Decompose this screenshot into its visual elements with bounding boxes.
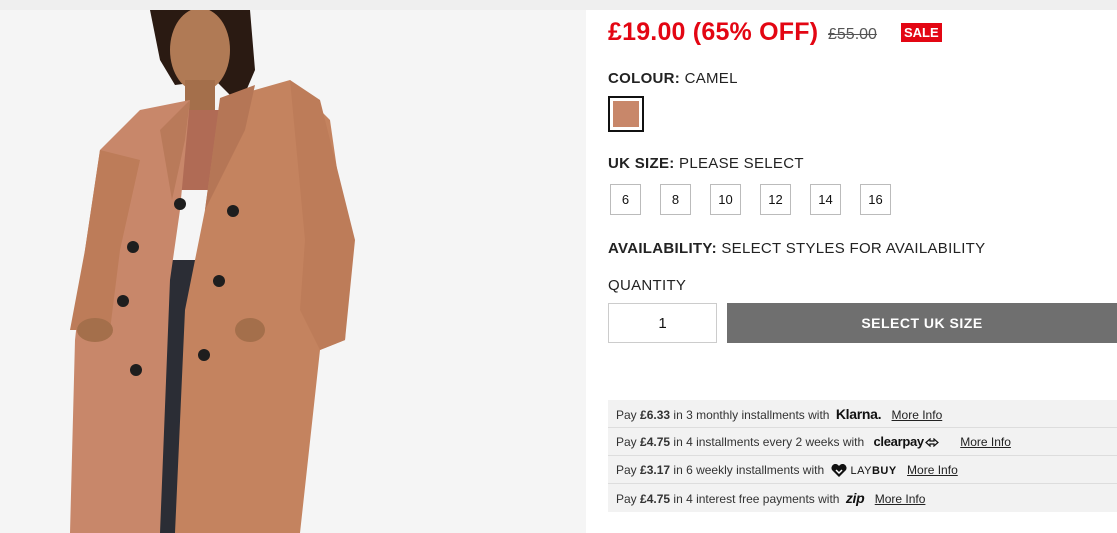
product-details: £19.00 (65% OFF) £55.00 SALE COLOUR: CAM… xyxy=(608,10,1117,533)
laybuy-heart-icon xyxy=(831,464,848,478)
size-option-6[interactable]: 6 xyxy=(610,184,641,215)
size-option-10[interactable]: 10 xyxy=(710,184,741,215)
laybuy-more-info-link[interactable]: More Info xyxy=(907,463,958,477)
pay-prefix: Pay xyxy=(616,435,637,449)
clearpay-logo: clearpay xyxy=(874,428,939,456)
klarna-logo: Klarna. xyxy=(835,406,882,422)
sale-badge: SALE xyxy=(901,23,942,42)
size-option-8[interactable]: 8 xyxy=(660,184,691,215)
clearpay-more-info-link[interactable]: More Info xyxy=(960,435,1011,449)
clearpay-logo-text: clearpay xyxy=(873,434,925,449)
pay-text: in 4 interest free payments with xyxy=(673,492,840,506)
select-uk-size-button[interactable]: SELECT UK SIZE xyxy=(727,303,1117,343)
payment-row-clearpay: Pay £4.75 in 4 installments every 2 week… xyxy=(608,428,1117,456)
pay-text: in 6 weekly installments with xyxy=(673,463,825,477)
original-price: £55.00 xyxy=(828,26,877,43)
top-strip xyxy=(0,0,1117,10)
zip-more-info-link[interactable]: More Info xyxy=(875,492,926,506)
colour-swatch-fill xyxy=(613,101,639,127)
size-option-14[interactable]: 14 xyxy=(810,184,841,215)
size-label: UK SIZE: PLEASE SELECT xyxy=(608,155,804,172)
size-option-16[interactable]: 16 xyxy=(860,184,891,215)
pay-amount: £4.75 xyxy=(640,435,671,449)
camel-coat-model-illustration xyxy=(0,10,586,533)
pay-prefix: Pay xyxy=(616,463,637,477)
size-label-key: UK SIZE: xyxy=(608,155,675,172)
payment-row-zip: Pay £4.75 in 4 interest free payments wi… xyxy=(608,484,1117,512)
klarna-more-info-link[interactable]: More Info xyxy=(892,408,943,422)
size-option-12[interactable]: 12 xyxy=(760,184,791,215)
availability-label: AVAILABILITY: xyxy=(608,240,717,257)
pay-prefix: Pay xyxy=(616,408,637,422)
colour-label-value: CAMEL xyxy=(684,70,738,87)
current-price: £19.00 (65% OFF) xyxy=(608,18,819,46)
laybuy-lay: LAY xyxy=(850,465,872,477)
pay-text: in 4 installments every 2 weeks with xyxy=(673,435,865,449)
pay-prefix: Pay xyxy=(616,492,637,506)
quantity-label: QUANTITY xyxy=(608,277,687,294)
availability-value: SELECT STYLES FOR AVAILABILITY xyxy=(721,240,986,257)
clearpay-arrows-icon xyxy=(924,437,939,448)
availability: AVAILABILITY: SELECT STYLES FOR AVAILABI… xyxy=(608,240,985,257)
payment-row-klarna: Pay £6.33 in 3 monthly installments with… xyxy=(608,400,1117,428)
payment-row-laybuy: Pay £3.17 in 6 weekly installments with … xyxy=(608,456,1117,484)
colour-swatch-camel[interactable] xyxy=(608,96,644,132)
price-row: £19.00 (65% OFF) £55.00 SALE xyxy=(608,18,1117,48)
laybuy-logo: LAYBUY xyxy=(830,457,896,485)
size-label-value: PLEASE SELECT xyxy=(679,155,804,172)
product-image[interactable] xyxy=(0,10,586,533)
pay-amount: £4.75 xyxy=(640,492,671,506)
quantity-input[interactable] xyxy=(608,303,717,343)
pay-amount: £3.17 xyxy=(640,463,671,477)
colour-label-key: COLOUR: xyxy=(608,70,681,87)
pay-amount: £6.33 xyxy=(640,408,671,422)
laybuy-buy: BUY xyxy=(871,465,897,477)
payment-options: Pay £6.33 in 3 monthly installments with… xyxy=(608,400,1117,512)
colour-label: COLOUR: CAMEL xyxy=(608,70,738,87)
zip-logo: zip xyxy=(845,490,865,506)
pay-text: in 3 monthly installments with xyxy=(673,408,830,422)
